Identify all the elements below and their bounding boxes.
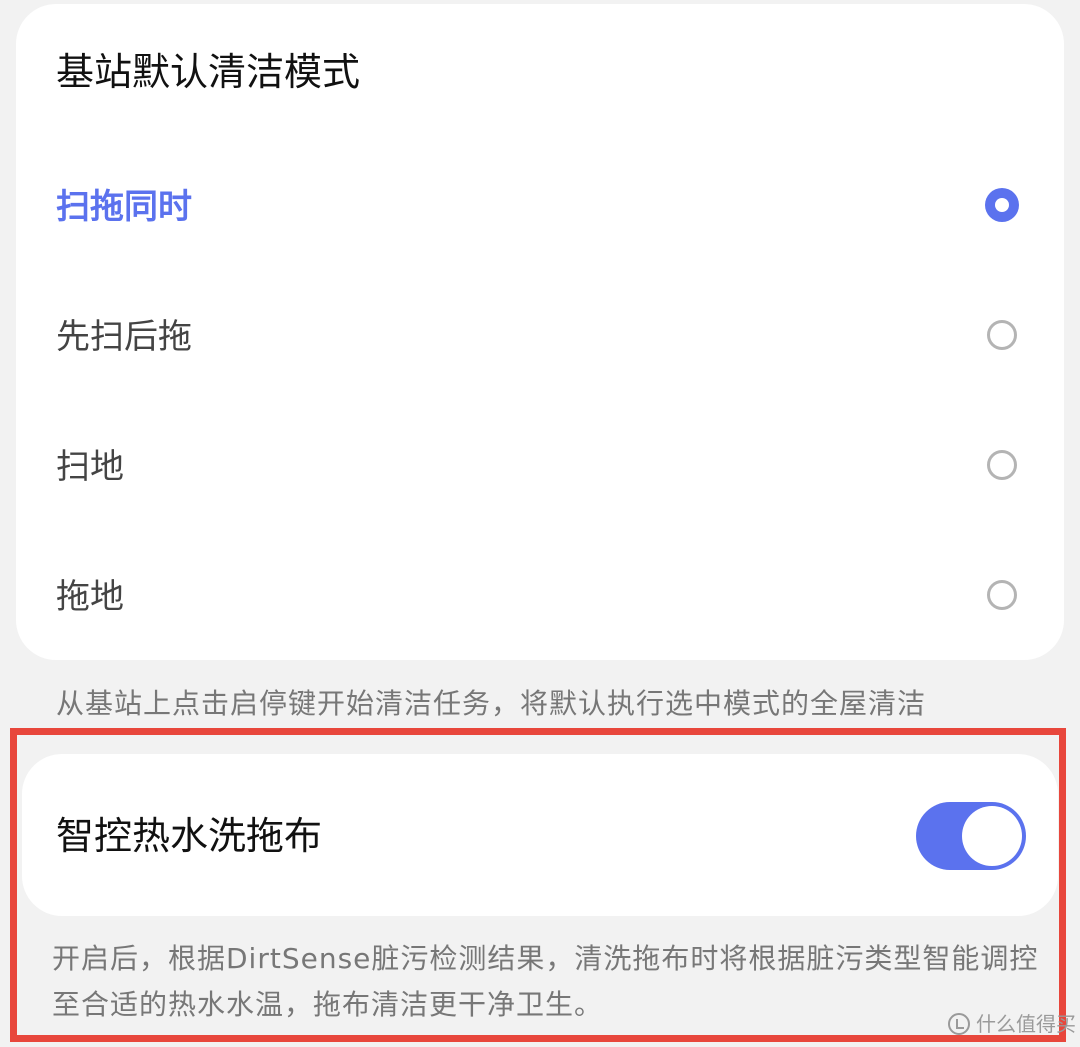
radio-unselected-icon[interactable] <box>987 320 1017 350</box>
watermark-text: 什么值得买 <box>976 1012 1076 1036</box>
hot-water-toggle-switch[interactable] <box>916 802 1026 870</box>
card-title: 基站默认清洁模式 <box>56 50 361 94</box>
option-label: 扫地 <box>56 447 124 487</box>
default-clean-mode-card: 基站默认清洁模式 扫拖同时 先扫后拖 扫地 拖地 <box>16 4 1064 660</box>
watermark: 什么值得买 <box>948 1010 1076 1038</box>
option-sweep-then-mop[interactable]: 先扫后拖 <box>16 272 1064 402</box>
option-mop-only[interactable]: 拖地 <box>16 532 1064 662</box>
mode-hint-text: 从基站上点击启停键开始清洁任务，将默认执行选中模式的全屋清洁 <box>56 687 927 720</box>
toggle-knob <box>962 806 1022 866</box>
hot-water-toggle-label: 智控热水洗拖布 <box>56 814 323 858</box>
hot-water-hint-text: 开启后，根据DirtSense脏污检测结果，清洗拖布时将根据脏污类型智能调控至合… <box>52 942 1039 1021</box>
option-label: 先扫后拖 <box>56 317 192 357</box>
radio-unselected-icon[interactable] <box>987 580 1017 610</box>
hot-water-mop-wash-card: 智控热水洗拖布 <box>22 754 1058 916</box>
option-label: 拖地 <box>56 577 124 617</box>
radio-unselected-icon[interactable] <box>987 450 1017 480</box>
option-sweep-only[interactable]: 扫地 <box>16 402 1064 532</box>
option-label: 扫拖同时 <box>56 187 192 227</box>
option-sweep-and-mop[interactable]: 扫拖同时 <box>16 142 1064 272</box>
radio-selected-icon[interactable] <box>985 188 1019 222</box>
smzdm-logo-icon <box>948 1013 970 1035</box>
